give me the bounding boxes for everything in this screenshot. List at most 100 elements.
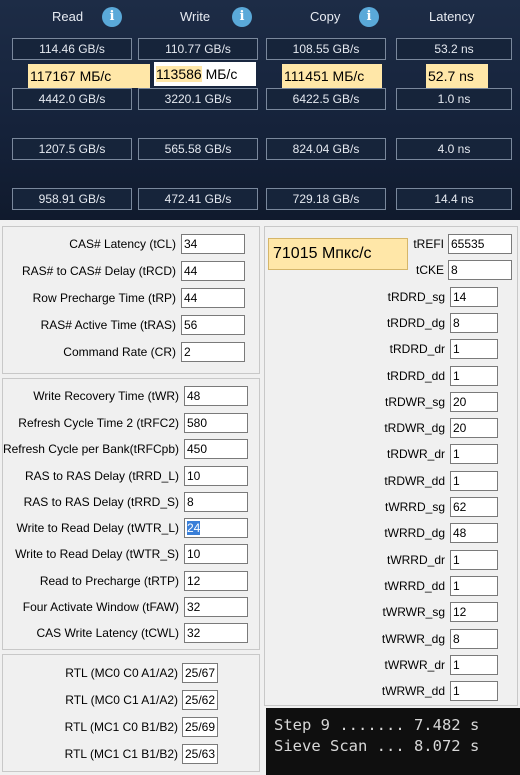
subtiming-input[interactable]: 14 (450, 286, 498, 307)
bandwidth-cell: 958.91 GB/s (12, 188, 132, 210)
copy-overlay: 111451 МБ/с (282, 64, 382, 88)
timing-input[interactable]: 32 (184, 623, 248, 643)
write-overlay: 113586 МБ/с (154, 62, 256, 86)
subtiming-input[interactable]: 8 (448, 260, 512, 281)
latency-overlay: 52.7 ns (426, 64, 488, 88)
subtiming-label: tRDRD_dd (386, 368, 445, 383)
timing-label: Refresh Cycle Time 2 (tRFC2) (18, 416, 179, 430)
timing-input[interactable]: 48 (184, 386, 248, 406)
timing-input[interactable]: 10 (184, 466, 248, 486)
rtl-input[interactable]: 25/69 (182, 717, 218, 737)
terminal-output: Step 9 ....... 7.482 s Sieve Scan ... 8.0… (266, 708, 520, 775)
read-header: Read (52, 9, 84, 24)
terminal-line: Sieve Scan ... 8.072 s (274, 737, 480, 755)
subtiming-input[interactable]: 1 (450, 575, 498, 596)
subtiming-input[interactable]: 20 (450, 391, 498, 412)
timing-input-value: 24 (187, 521, 201, 535)
bandwidth-cell: 824.04 GB/s (266, 138, 386, 160)
copy-info-icon[interactable]: i (359, 7, 379, 27)
subtiming-label: tREFI (413, 237, 444, 251)
timing-input[interactable]: 44 (181, 288, 245, 308)
timing-label: Write to Read Delay (tWTR_L) (16, 521, 180, 535)
timing-label: Four Activate Window (tFAW) (22, 600, 179, 614)
rtl-label: RTL (MC1 C1 B1/B2) (64, 747, 178, 761)
copy-header: Copy (310, 9, 341, 24)
timing-input[interactable]: 2 (181, 342, 245, 362)
latency-header: Latency (429, 9, 475, 24)
rtl-label: RTL (MC1 C0 B1/B2) (64, 720, 178, 734)
write-info-icon[interactable]: i (232, 7, 252, 27)
subtiming-input[interactable]: 1 (450, 444, 498, 465)
subtiming-input[interactable]: 20 (450, 418, 498, 439)
subtiming-label: tWRRD_dr (386, 552, 445, 567)
subtiming-input[interactable]: 1 (450, 654, 498, 675)
rtl-input[interactable]: 25/63 (182, 744, 218, 764)
read-overlay: 117167 МБ/с (28, 64, 150, 88)
terminal-line: Step 9 ....... 7.482 s (274, 716, 480, 734)
subtiming-input[interactable]: 1 (450, 339, 498, 360)
timing-input-value: 32 (187, 626, 201, 640)
timing-label: Command Rate (CR) (63, 345, 176, 359)
timing-input[interactable]: 44 (181, 261, 245, 281)
timing-input[interactable]: 8 (184, 492, 248, 512)
subtiming-label: tWRRD_dd (384, 578, 445, 593)
timing-label: RAS to RAS Delay (tRRD_L) (24, 469, 179, 483)
subtiming-input[interactable]: 8 (450, 628, 498, 649)
timing-label: RAS# Active Time (tRAS) (40, 318, 176, 332)
timing-input[interactable]: 10 (184, 544, 248, 564)
timing-label: RAS to RAS Delay (tRRD_S) (23, 495, 179, 509)
bandwidth-cell: 110.77 GB/s (138, 38, 258, 60)
read-info-icon[interactable]: i (102, 7, 122, 27)
subtiming-input[interactable]: 65535 (448, 234, 512, 254)
bandwidth-cell: 4.0 ns (396, 138, 512, 160)
timing-input-value: 12 (187, 574, 201, 588)
subtiming-input[interactable]: 12 (450, 602, 498, 623)
subtiming-input[interactable]: 8 (450, 312, 498, 333)
subtiming-label: tRDWR_dr (386, 447, 445, 462)
timing-input[interactable]: 34 (181, 234, 245, 254)
bandwidth-cell: 114.46 GB/s (12, 38, 132, 60)
subtiming-label: tWRWR_sg (382, 605, 445, 620)
rtl-label: RTL (MC0 C0 A1/A2) (65, 666, 178, 680)
subtiming-input[interactable]: 48 (450, 523, 498, 544)
bandwidth-cell: 6422.5 GB/s (266, 88, 386, 110)
timing-input[interactable]: 56 (181, 315, 245, 335)
rtl-input[interactable]: 25/62 (182, 690, 218, 710)
subtiming-input[interactable]: 1 (450, 549, 498, 570)
subtiming-input[interactable]: 1 (450, 470, 498, 491)
timing-label: Read to Precharge (tRTP) (39, 574, 179, 588)
subtiming-label: tWRRD_sg (384, 500, 445, 514)
benchmark-panel: Read i Write i Copy i Latency 114.46 GB/… (0, 0, 520, 220)
timing-label: Row Precharge Time (tRP) (32, 291, 176, 305)
subtiming-input[interactable]: 62 (450, 497, 498, 517)
subtiming-label: tRDWR_sg (384, 394, 445, 409)
timing-input-value: 48 (187, 389, 201, 403)
write-overlay-unit: МБ/с (201, 66, 238, 82)
timing-input[interactable]: 32 (184, 597, 248, 617)
timing-input-value: 580 (187, 416, 208, 430)
timing-input[interactable]: 450 (184, 439, 248, 459)
rtl-input[interactable]: 25/67 (182, 663, 218, 683)
timing-input-value: 32 (187, 600, 201, 614)
subtiming-label: tWRWR_dg (381, 631, 445, 646)
subtiming-label: tRDRD_dr (389, 342, 445, 357)
subtiming-input[interactable]: 1 (450, 365, 498, 386)
subtiming-label: tRDWR_dd (384, 473, 445, 488)
subtiming-label: tWRWR_dd (381, 684, 445, 699)
timing-input[interactable]: 24 (184, 518, 248, 538)
subtiming-label: tRDRD_sg (387, 289, 445, 304)
subtiming-label: tWRRD_dg (384, 526, 445, 541)
timing-label: Refresh Cycle per Bank(tRFCpb) (2, 442, 179, 456)
timing-input[interactable]: 580 (184, 413, 248, 433)
timing-input[interactable]: 12 (184, 571, 248, 591)
bandwidth-cell: 729.18 GB/s (266, 188, 386, 210)
subtiming-input[interactable]: 1 (450, 681, 498, 702)
subtiming-label: tRDRD_dg (386, 315, 445, 330)
bandwidth-cell: 14.4 ns (396, 188, 512, 210)
bandwidth-cell: 565.58 GB/s (138, 138, 258, 160)
bandwidth-cell: 4442.0 GB/s (12, 88, 132, 110)
write-overlay-value: 113586 (156, 66, 202, 82)
timing-input-value: 8 (187, 495, 194, 509)
write-header: Write (180, 9, 211, 24)
bandwidth-cell: 472.41 GB/s (138, 188, 258, 210)
